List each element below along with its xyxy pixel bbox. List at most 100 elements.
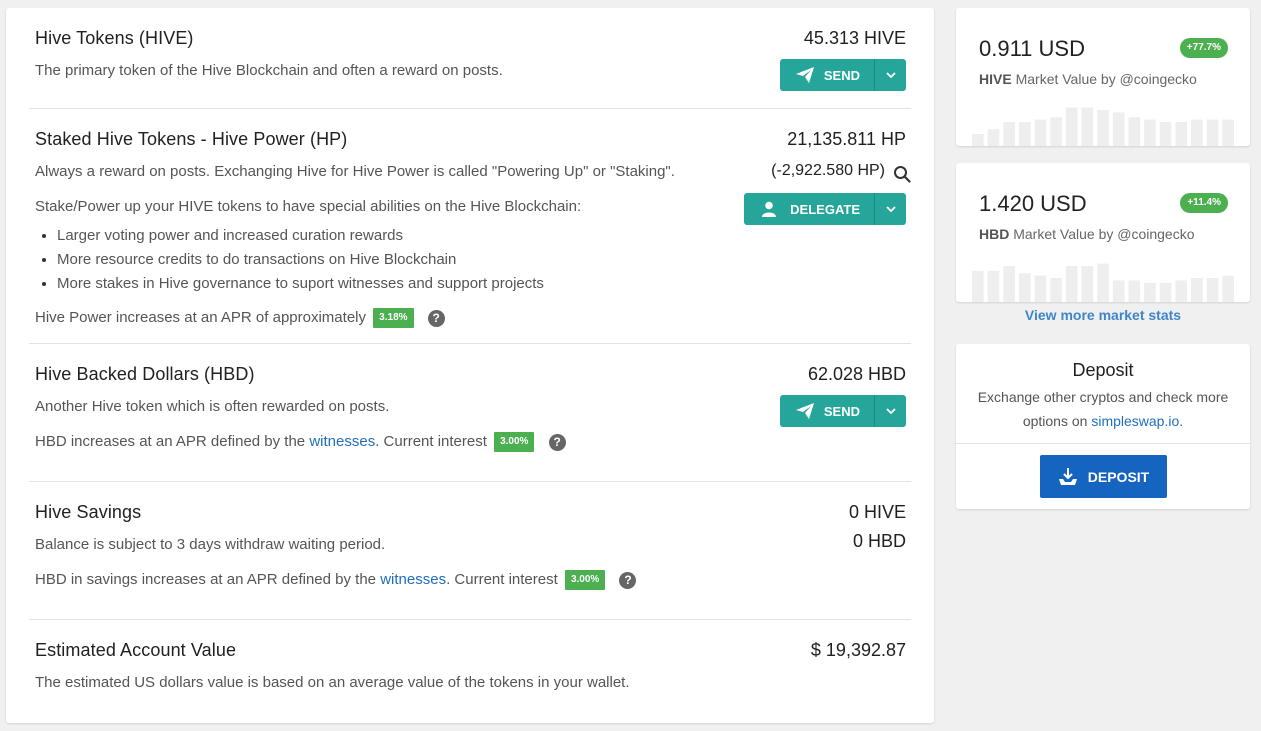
hive-balance[interactable]: 45.313 HIVE (804, 28, 906, 49)
sparkline-bar (987, 129, 1000, 146)
paper-plane-icon (795, 67, 814, 83)
delegate-user-icon (762, 201, 780, 217)
hbd-market-card: 1.420 USD +11.4% HBD Market Value by @co… (956, 163, 1250, 302)
hive-tokens-title: Hive Tokens (HIVE) (35, 28, 194, 48)
chevron-down-icon (885, 72, 896, 78)
hbd-description: Another Hive token which is often reward… (35, 398, 390, 415)
sparkline-bar (1191, 119, 1203, 146)
hbd-token-label: HBD (979, 226, 1010, 242)
sparkline-bar (987, 270, 1000, 302)
deposit-description-suffix: . (1179, 413, 1184, 429)
savings-title: Hive Savings (35, 502, 142, 522)
deposit-label: DEPOSIT (1087, 468, 1150, 485)
hive-send-button[interactable]: SEND (779, 59, 874, 91)
view-more-market-stats-link[interactable]: View more market stats (956, 307, 1250, 323)
hive-power-delegated[interactable]: (-2,922.580 HP) (771, 162, 885, 180)
savings-apr-text: HBD in savings increases at an APR defin… (35, 570, 377, 588)
sparkline-bar (972, 134, 984, 146)
hive-power-benefits-list: Larger voting power and increased curati… (57, 224, 544, 296)
list-item: More stakes in Hive governance to suport… (57, 272, 544, 296)
hive-price-sparkline (972, 107, 1234, 146)
sparkline-bar (1018, 273, 1031, 302)
hbd-source-label: Market Value by @coingecko (1013, 226, 1195, 242)
hbd-apr-text-after: . Current interest (375, 432, 487, 450)
sparkline-bar (972, 270, 984, 302)
sparkline-bar (1050, 117, 1062, 146)
savings-hbd-balance[interactable]: 0 HBD (853, 531, 906, 552)
sparkline-bar (1159, 122, 1172, 146)
hive-send-label: SEND (823, 67, 860, 83)
paper-plane-icon (795, 403, 814, 419)
sparkline-bar (1034, 275, 1047, 302)
help-icon[interactable]: ? (427, 309, 445, 327)
sparkline-bar (1003, 266, 1015, 302)
deposit-description-line-2: options on simpleswap.io. (956, 409, 1250, 433)
sparkline-bar (1206, 119, 1219, 146)
sparkline-bar (1081, 107, 1094, 146)
hive-price: 0.911 USD (979, 36, 1085, 61)
sparkline-bar (1050, 278, 1062, 302)
hive-token-label: HIVE (979, 71, 1012, 87)
sparkline-bar (1097, 110, 1109, 146)
hbd-send-button[interactable]: SEND (779, 395, 874, 427)
search-icon[interactable] (893, 165, 911, 183)
hbd-send-label: SEND (823, 403, 860, 419)
wallet-balances-card: Hive Tokens (HIVE) The primary token of … (6, 8, 934, 723)
sparkline-bar (1112, 280, 1125, 302)
simpleswap-link[interactable]: simpleswap.io (1091, 413, 1179, 429)
hbd-balance[interactable]: 62.028 HBD (808, 364, 906, 385)
deposit-button[interactable]: DEPOSIT (1040, 455, 1167, 498)
hive-market-card: 0.911 USD +77.7% HIVE Market Value by @c… (956, 8, 1250, 146)
apr-badge: 3.00% (564, 570, 606, 590)
savings-apr-row: HBD in savings increases at an APR defin… (35, 570, 637, 590)
hive-power-balance[interactable]: 21,135.811 HP (787, 129, 906, 150)
hive-actions-dropdown[interactable] (874, 59, 906, 91)
hbd-market-label: HBD Market Value by @coingecko (979, 226, 1195, 242)
hbd-price-sparkline (972, 263, 1234, 302)
hive-tokens-description: The primary token of the Hive Blockchain… (35, 62, 503, 79)
hive-power-description: Always a reward on posts. Exchanging Hiv… (35, 163, 675, 180)
hbd-title: Hive Backed Dollars (HBD) (35, 364, 255, 384)
savings-section: Hive Savings Balance is subject to 3 day… (29, 500, 911, 618)
estimated-value-description: The estimated US dollars value is based … (35, 674, 630, 691)
sparkline-bar (1065, 107, 1078, 146)
hive-power-description-2: Stake/Power up your HIVE tokens to have … (35, 198, 582, 215)
hive-power-apr-text: Hive Power increases at an APR of approx… (35, 308, 366, 326)
hive-power-actions-dropdown[interactable] (874, 193, 906, 225)
sparkline-bar (1097, 263, 1109, 302)
help-icon[interactable]: ? (548, 433, 566, 451)
witnesses-link[interactable]: witnesses (380, 571, 446, 588)
delegate-button[interactable]: DELEGATE (744, 193, 874, 225)
witnesses-link[interactable]: witnesses (309, 433, 375, 450)
sparkline-bar (1065, 266, 1078, 302)
chevron-down-icon (885, 206, 896, 212)
section-divider (29, 108, 911, 109)
hive-power-section: Staked Hive Tokens - Hive Power (HP) Alw… (29, 126, 911, 344)
sparkline-bar (1034, 119, 1047, 146)
section-divider (29, 481, 911, 482)
hive-send-button-group: SEND (779, 59, 906, 91)
savings-hive-balance[interactable]: 0 HIVE (849, 502, 906, 523)
hbd-apr-row: HBD increases at an APR defined by the w… (35, 432, 566, 452)
deposit-card: Deposit Exchange other cryptos and check… (956, 344, 1250, 509)
hive-source-label: Market Value by @coingecko (1015, 71, 1197, 87)
list-item: More resource credits to do transactions… (57, 248, 544, 272)
help-icon[interactable]: ? (619, 571, 637, 589)
sparkline-bar (1175, 280, 1188, 302)
section-divider (29, 619, 911, 620)
hive-power-title: Staked Hive Tokens - Hive Power (HP) (35, 129, 348, 149)
hbd-section: Hive Backed Dollars (HBD) Another Hive t… (29, 362, 911, 482)
hbd-send-button-group: SEND (779, 395, 906, 427)
hive-power-apr-row: Hive Power increases at an APR of approx… (35, 308, 445, 328)
sparkline-bar (1081, 266, 1094, 302)
apr-badge: 3.00% (494, 432, 535, 452)
hbd-apr-text: HBD increases at an APR defined by the (35, 432, 306, 450)
hive-power-delegate-button-group: DELEGATE (744, 193, 906, 225)
sparkline-bar (1128, 280, 1141, 302)
hbd-actions-dropdown[interactable] (874, 395, 906, 427)
estimated-value-section: Estimated Account Value The estimated US… (29, 638, 911, 708)
deposit-divider (956, 443, 1250, 444)
sparkline-bar (1191, 278, 1203, 302)
sparkline-bar (1222, 275, 1234, 302)
sparkline-bar (1222, 119, 1234, 146)
